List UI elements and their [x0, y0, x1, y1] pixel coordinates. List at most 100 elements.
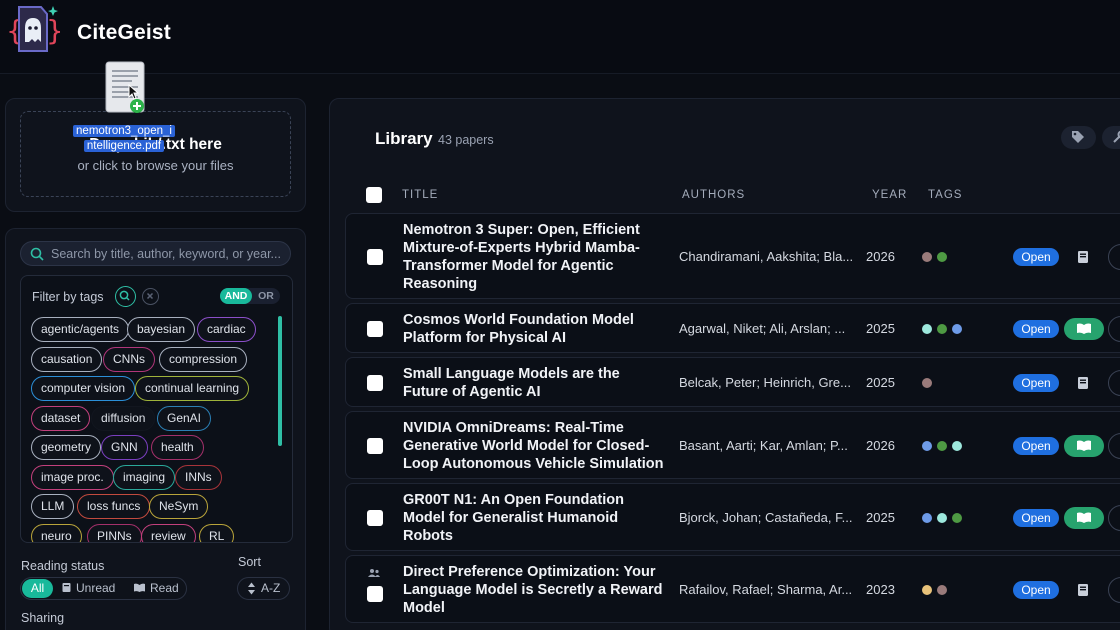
tag-list-scrollbar[interactable] — [278, 316, 282, 446]
status-unread-option[interactable]: Unread — [61, 578, 115, 599]
open-paper-button[interactable]: Open — [1013, 320, 1059, 338]
tag-chip[interactable]: GNN — [101, 435, 148, 460]
row-more-button[interactable] — [1108, 577, 1120, 603]
open-paper-button[interactable]: Open — [1013, 437, 1059, 455]
tag-color-dot — [922, 378, 932, 388]
search-input[interactable] — [51, 245, 286, 263]
tag-chip[interactable]: causation — [31, 347, 103, 372]
tag-chip[interactable]: review — [141, 524, 196, 542]
row-more-button[interactable] — [1108, 505, 1120, 531]
open-paper-button[interactable]: Open — [1013, 374, 1059, 392]
column-header-year[interactable]: YEAR — [872, 189, 907, 201]
row-more-button[interactable] — [1108, 244, 1120, 270]
close-icon — [146, 292, 154, 300]
sort-button[interactable]: A-Z — [237, 577, 290, 600]
select-all-checkbox[interactable] — [366, 187, 382, 203]
mouse-cursor-icon — [128, 84, 140, 100]
tag-chip[interactable]: cardiac — [197, 317, 256, 342]
tag-color-dot — [937, 513, 947, 523]
status-all-option[interactable]: All — [22, 579, 53, 598]
tag-color-dot — [922, 252, 932, 262]
or-option[interactable]: OR — [254, 288, 278, 304]
search-icon — [30, 247, 44, 261]
row-more-button[interactable] — [1108, 370, 1120, 396]
column-header-title[interactable]: TITLE — [402, 189, 438, 201]
and-or-toggle[interactable]: AND OR — [220, 288, 280, 304]
tag-search-button[interactable] — [115, 286, 136, 307]
tag-chip[interactable]: imaging — [113, 465, 176, 490]
search-icon — [119, 290, 130, 301]
tag-color-dot — [922, 324, 932, 334]
paper-year: 2023 — [866, 582, 895, 597]
row-checkbox[interactable] — [367, 321, 383, 337]
tag-chip[interactable]: LLM — [31, 494, 75, 519]
dragged-file-name: nemotron3_open_i ntelligence.pdf — [66, 124, 182, 154]
reading-status-toggle: All Unread Read — [20, 577, 187, 600]
mark-read-button[interactable] — [1064, 507, 1104, 529]
table-row[interactable]: Small Language Models are the Future of … — [345, 357, 1120, 407]
tag-chip[interactable]: GenAI — [157, 406, 212, 431]
paper-title[interactable]: GR00T N1: An Open Foundation Model for G… — [403, 491, 668, 545]
row-checkbox[interactable] — [367, 375, 383, 391]
tag-chip[interactable]: neuro — [31, 524, 82, 542]
row-checkbox[interactable] — [367, 438, 383, 454]
tag-color-dot — [922, 513, 932, 523]
tag-chip[interactable]: health — [151, 435, 204, 460]
tag-chip[interactable]: CNNs — [103, 347, 155, 372]
paper-year: 2026 — [866, 249, 895, 264]
tag-chip[interactable]: RL — [199, 524, 235, 542]
paper-title[interactable]: Small Language Models are the Future of … — [403, 365, 668, 401]
and-option[interactable]: AND — [220, 288, 252, 304]
paper-title[interactable]: Nemotron 3 Super: Open, Efficient Mixtur… — [403, 221, 668, 293]
tag-chip[interactable]: bayesian — [127, 317, 196, 342]
open-paper-button[interactable]: Open — [1013, 509, 1059, 527]
paper-title[interactable]: Cosmos World Foundation Model Platform f… — [403, 311, 668, 347]
table-row[interactable]: GR00T N1: An Open Foundation Model for G… — [345, 483, 1120, 551]
column-header-authors[interactable]: AUTHORS — [682, 189, 745, 201]
tag-chip[interactable]: diffusion — [91, 406, 156, 431]
paper-authors: Belcak, Peter; Heinrich, Gre... — [679, 375, 851, 390]
status-unread-label: Unread — [76, 581, 116, 595]
tag-clear-button[interactable] — [142, 288, 159, 305]
paper-title[interactable]: Direct Preference Optimization: Your Lan… — [403, 563, 668, 617]
tag-chip[interactable]: dataset — [31, 406, 91, 431]
table-row[interactable]: Nemotron 3 Super: Open, Efficient Mixtur… — [345, 213, 1120, 299]
row-more-button[interactable] — [1108, 433, 1120, 459]
row-checkbox[interactable] — [367, 510, 383, 526]
tag-chip[interactable]: INNs — [175, 465, 222, 490]
mark-read-button[interactable] — [1064, 435, 1104, 457]
tag-color-dot — [937, 585, 947, 595]
shared-users-icon — [368, 569, 380, 577]
row-checkbox[interactable] — [367, 249, 383, 265]
tag-chip[interactable]: loss funcs — [77, 494, 151, 519]
unread-book-icon[interactable] — [1076, 376, 1090, 390]
table-row[interactable]: Direct Preference Optimization: Your Lan… — [345, 555, 1120, 623]
open-paper-button[interactable]: Open — [1013, 248, 1059, 266]
tag-chip[interactable]: agentic/agents — [31, 317, 130, 342]
tags-toolbar-button[interactable] — [1061, 126, 1096, 149]
tag-chip[interactable]: continual learning — [135, 376, 250, 401]
table-row[interactable]: NVIDIA OmniDreams: Real-Time Generative … — [345, 411, 1120, 479]
toolbar-button[interactable] — [1102, 126, 1120, 149]
tag-chip[interactable]: PINNs — [87, 524, 142, 542]
tag-chip[interactable]: compression — [159, 347, 248, 372]
tag-chip[interactable]: NeSym — [149, 494, 209, 519]
search-box[interactable] — [20, 241, 291, 266]
mark-read-button[interactable] — [1064, 318, 1104, 340]
column-header-tags[interactable]: TAGS — [928, 189, 962, 201]
table-row[interactable]: Cosmos World Foundation Model Platform f… — [345, 303, 1120, 353]
sort-label: Sort — [238, 555, 261, 569]
unread-book-icon[interactable] — [1076, 583, 1090, 597]
tag-chip[interactable]: computer vision — [31, 376, 136, 401]
open-paper-button[interactable]: Open — [1013, 581, 1059, 599]
unread-book-icon[interactable] — [1076, 250, 1090, 264]
row-checkbox[interactable] — [367, 586, 383, 602]
paper-title[interactable]: NVIDIA OmniDreams: Real-Time Generative … — [403, 419, 668, 473]
status-read-option[interactable]: Read — [133, 578, 179, 599]
sort-value: A-Z — [261, 581, 281, 595]
tag-chip[interactable]: geometry — [31, 435, 102, 460]
paper-authors: Rafailov, Rafael; Sharma, Ar... — [679, 582, 853, 597]
row-more-button[interactable] — [1108, 316, 1120, 342]
paper-authors: Bjorck, Johan; Castañeda, F... — [679, 510, 853, 525]
tag-chip[interactable]: image proc. — [31, 465, 114, 490]
